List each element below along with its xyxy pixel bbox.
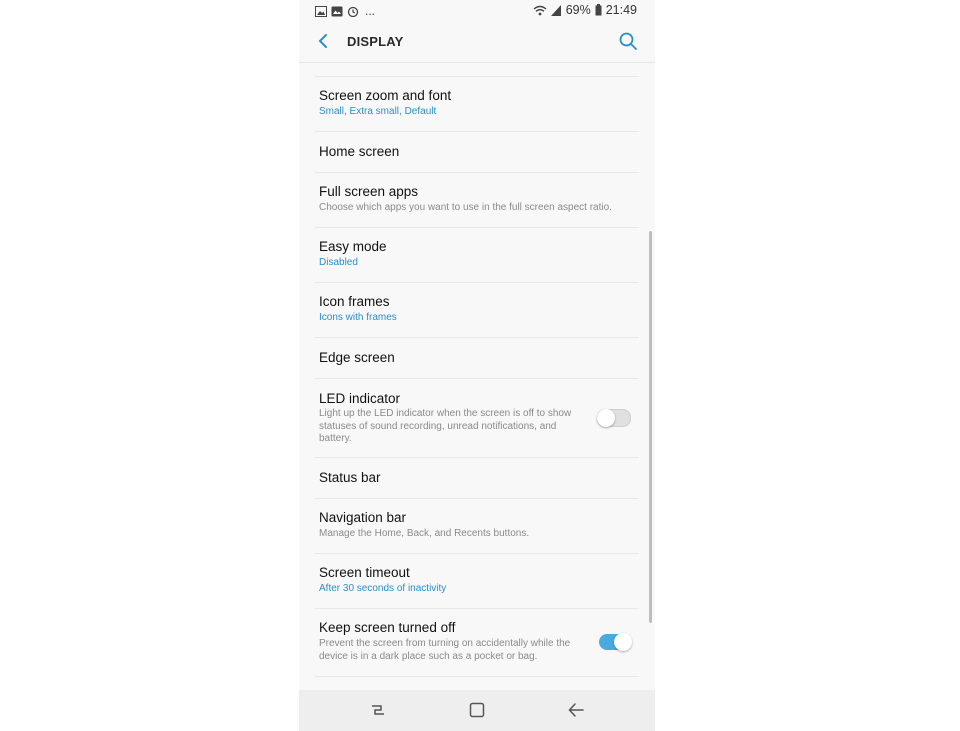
recents-icon[interactable] [368, 700, 388, 720]
clipped-previous-item [315, 62, 639, 77]
battery-icon [595, 4, 602, 16]
home-icon[interactable] [467, 700, 487, 720]
setting-description: Choose which apps you want to use in the… [319, 202, 612, 213]
setting-title: Icon frames [319, 294, 390, 309]
setting-title: Full screen apps [319, 184, 419, 199]
setting-edge-screen[interactable]: Edge screen [315, 338, 639, 379]
more-notifications: ... [365, 4, 376, 18]
setting-navigation-bar[interactable]: Navigation bar Manage the Home, Back, an… [315, 499, 639, 554]
setting-full-screen-apps[interactable]: Full screen apps Choose which apps you w… [315, 173, 639, 228]
setting-home-screen[interactable]: Home screen [315, 132, 639, 173]
setting-title: Screen timeout [319, 565, 410, 580]
toggle-knob [614, 633, 632, 651]
notification-icons: ... [315, 4, 375, 18]
setting-title: Keep screen turned off [319, 620, 456, 635]
setting-title: Home screen [319, 144, 400, 159]
wifi-icon [533, 5, 547, 15]
back-arrow-icon[interactable] [566, 700, 586, 720]
keep-screen-off-toggle[interactable] [599, 633, 632, 651]
setting-icon-frames[interactable]: Icon frames Icons with frames [315, 283, 639, 338]
setting-value: Icons with frames [319, 312, 397, 323]
setting-screen-timeout[interactable]: Screen timeout After 30 seconds of inact… [315, 554, 639, 609]
setting-title: LED indicator [319, 391, 401, 406]
setting-title: Easy mode [319, 239, 387, 254]
setting-value: Small, Extra small, Default [319, 106, 437, 117]
search-icon[interactable] [617, 30, 639, 52]
chevron-left-icon[interactable] [313, 30, 335, 52]
signal-icon [550, 4, 561, 16]
setting-led-indicator[interactable]: LED indicator Light up the LED indicator… [315, 379, 639, 458]
navigation-bar [299, 690, 655, 731]
setting-value: Disabled [319, 257, 358, 268]
setting-value: After 30 seconds of inactivity [319, 583, 447, 594]
page-title: DISPLAY [347, 34, 404, 49]
setting-title: Screen zoom and font [319, 88, 452, 103]
led-indicator-toggle[interactable] [597, 409, 631, 427]
setting-status-bar[interactable]: Status bar [315, 458, 639, 499]
clock: 21:49 [605, 3, 637, 17]
system-status: 69% 21:49 [533, 3, 637, 17]
setting-description: Manage the Home, Back, and Recents butto… [319, 528, 530, 539]
status-bar: ... 69% 21:49 [299, 0, 655, 22]
setting-title: Navigation bar [319, 510, 407, 525]
toggle-knob [597, 409, 615, 427]
setting-title: Edge screen [319, 350, 395, 365]
setting-easy-mode[interactable]: Easy mode Disabled [315, 228, 639, 283]
photo-icon [331, 6, 343, 16]
setting-keep-screen-off[interactable]: Keep screen turned off Prevent the scree… [315, 609, 639, 677]
scrollbar[interactable] [649, 231, 652, 623]
phone-screen: ... 69% 21:49 DISPLAY Screen zoom and fo… [299, 0, 655, 731]
timer-icon [347, 6, 359, 17]
gallery-icon [315, 5, 327, 17]
setting-description: Light up the LED indicator when the scre… [319, 408, 572, 444]
setting-screen-zoom[interactable]: Screen zoom and font Small, Extra small,… [315, 77, 639, 132]
setting-title: Status bar [319, 470, 381, 485]
setting-description: Prevent the screen from turning on accid… [319, 638, 571, 662]
app-bar: DISPLAY [299, 22, 655, 63]
battery-percent: 69% [565, 3, 591, 17]
settings-list: Screen zoom and font Small, Extra small,… [315, 62, 639, 677]
